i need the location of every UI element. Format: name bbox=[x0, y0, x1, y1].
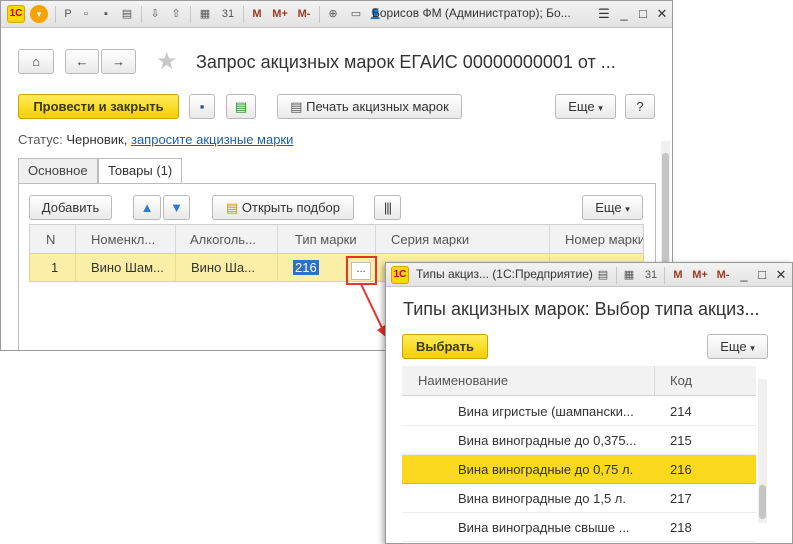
select-button[interactable]: Выбрать bbox=[402, 334, 488, 359]
list-item[interactable]: Вина виноградные до 1,5 л. 217 bbox=[402, 484, 756, 513]
memory-mminus-icon[interactable]: M- bbox=[712, 266, 734, 284]
1c-logo-icon: 1С bbox=[391, 266, 409, 284]
col-code[interactable]: Код bbox=[670, 366, 692, 396]
memory-m-icon[interactable]: M bbox=[669, 266, 687, 284]
item-name: Вина виноградные до 0,375... bbox=[458, 433, 637, 448]
item-name: Вина виноградные до 1,5 л. bbox=[458, 491, 626, 506]
item-code: 216 bbox=[670, 462, 692, 477]
maximize-icon[interactable]: □ bbox=[753, 266, 771, 284]
list-item[interactable]: Вина игристые (шампански... 214 bbox=[402, 397, 756, 426]
item-name: Вина виноградные свыше ... bbox=[458, 520, 630, 535]
popup-list-header: Наименование Код bbox=[402, 366, 756, 396]
calculator-icon[interactable]: ▦ bbox=[620, 266, 638, 284]
item-code: 215 bbox=[670, 433, 692, 448]
popup-scrollbar-thumb[interactable] bbox=[759, 485, 766, 519]
popup-title: Типы акциз... (1С:Предприятие) bbox=[416, 267, 593, 281]
item-code: 217 bbox=[670, 491, 692, 506]
memory-mplus-icon[interactable]: M+ bbox=[689, 266, 711, 284]
calendar-icon[interactable]: 31 bbox=[642, 266, 660, 284]
item-name: Вина виноградные до 0,75 л. bbox=[458, 462, 634, 477]
item-name: Вина игристые (шампански... bbox=[458, 404, 634, 419]
col-name[interactable]: Наименование bbox=[418, 366, 508, 396]
item-code: 214 bbox=[670, 404, 692, 419]
popup-titlebar: 1С Типы акциз... (1С:Предприятие) ▤ ▦ 31… bbox=[386, 263, 792, 287]
dropdown-arrow-icon: ▾ bbox=[750, 343, 755, 353]
close-icon[interactable]: ✕ bbox=[772, 266, 790, 284]
print-icon[interactable]: ▤ bbox=[594, 266, 612, 284]
list-item[interactable]: Вина виноградные до 0,375... 215 bbox=[402, 426, 756, 455]
popup-heading: Типы акцизных марок: Выбор типа акциз... bbox=[403, 299, 760, 319]
popup-more-label: Еще bbox=[720, 339, 747, 354]
list-item[interactable]: Вина виноградные до 0,75 л. 216 bbox=[402, 455, 756, 484]
item-code: 218 bbox=[670, 520, 692, 535]
popup-more-button[interactable]: Еще ▾ bbox=[707, 334, 768, 359]
list-item[interactable]: Вина виноградные свыше ... 218 bbox=[402, 513, 756, 542]
minimize-icon[interactable]: _ bbox=[735, 266, 753, 284]
popup-window: 1С Типы акциз... (1С:Предприятие) ▤ ▦ 31… bbox=[385, 262, 793, 544]
